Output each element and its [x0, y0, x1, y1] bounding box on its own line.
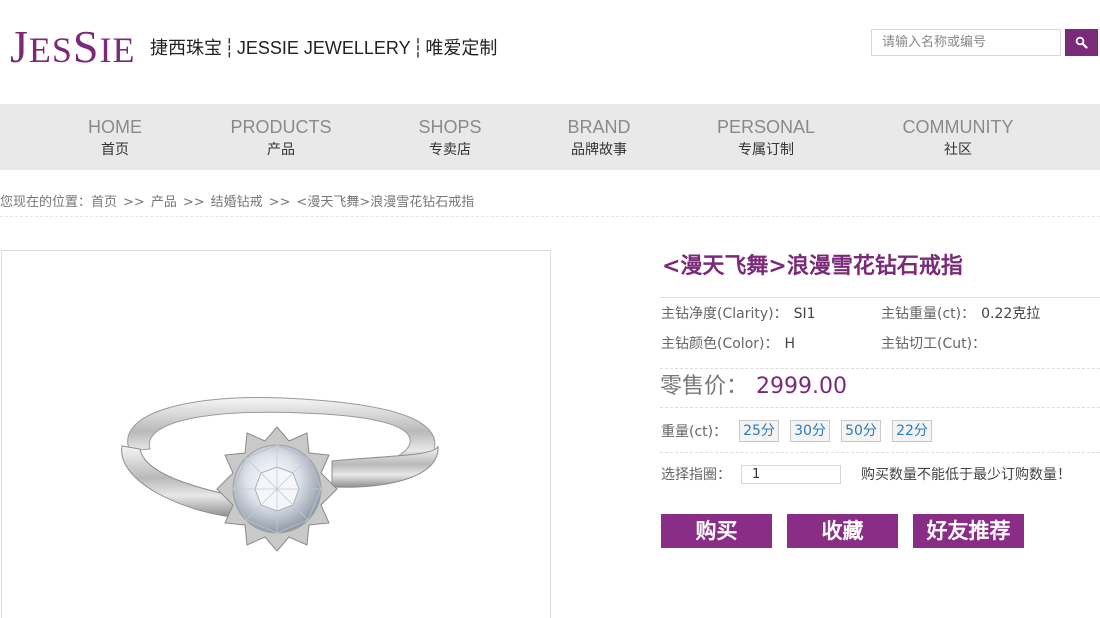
- spec-cut: 主钻切工(Cut)：: [881, 335, 992, 353]
- favorite-button[interactable]: 收藏: [787, 514, 898, 548]
- nav-label-cn: 品牌故事: [571, 142, 627, 158]
- breadcrumb-current: <漫天飞舞>浪漫雪花钻石戒指: [296, 195, 475, 210]
- breadcrumb-prefix: 您现在的位置：: [0, 195, 92, 210]
- nav-label-cn: 专卖店: [429, 142, 471, 158]
- weight-divider: [660, 452, 1100, 453]
- breadcrumb-separator: >>: [268, 195, 291, 210]
- nav-label-en: PRODUCTS: [230, 117, 332, 137]
- spec-label: 主钻切工(Cut)：: [881, 336, 987, 352]
- breadcrumb-link-category[interactable]: 结婚钻戒: [211, 195, 263, 210]
- tagline-separator: ┆: [224, 38, 235, 58]
- diamond-ring-image: [121, 397, 439, 552]
- specs-divider: [660, 368, 1100, 369]
- search-icon: [1075, 36, 1088, 49]
- jessie-logo[interactable]: JESSIE: [10, 22, 136, 75]
- brand-tagline: 捷西珠宝 ┆ JESSIE JEWELLERY ┆ 唯爱定制: [150, 36, 497, 60]
- nav-label-cn: 产品: [267, 142, 295, 158]
- weight-options-label: 重量(ct)：: [661, 424, 728, 440]
- breadcrumb-link-home[interactable]: 首页: [91, 195, 117, 210]
- spec-clarity: 主钻净度(Clarity)： SI1: [661, 305, 816, 323]
- nav-label-en: SHOPS: [418, 117, 482, 137]
- breadcrumb-link-products[interactable]: 产品: [151, 195, 177, 210]
- nav-item-community[interactable]: COMMUNITY 社区: [893, 104, 1023, 170]
- nav-item-shops[interactable]: SHOPS 专卖店: [400, 104, 500, 170]
- nav-label-cn: 专属订制: [738, 142, 794, 158]
- recommend-button[interactable]: 好友推荐: [913, 514, 1024, 548]
- search-bar: [871, 29, 1098, 56]
- spec-color: 主钻颜色(Color)： H: [661, 335, 795, 353]
- search-button[interactable]: [1065, 29, 1098, 56]
- ring-size-label: 选择指圈：: [661, 467, 731, 483]
- nav-item-home[interactable]: HOME 首页: [64, 104, 166, 170]
- breadcrumb-divider: [0, 216, 1100, 217]
- breadcrumb: 您现在的位置：首页 >> 产品 >> 结婚钻戒 >> <漫天飞舞>浪漫雪花钻石戒指: [0, 194, 474, 212]
- spec-weight: 主钻重量(ct)： 0.22克拉: [881, 305, 1040, 323]
- nav-item-personal[interactable]: PERSONAL 专属订制: [706, 104, 826, 170]
- price-row: 零售价： 2999.00: [660, 372, 847, 403]
- spec-value: 0.22克拉: [981, 306, 1041, 322]
- weight-option-50[interactable]: 50分: [841, 420, 881, 442]
- title-divider: [660, 297, 1100, 298]
- price-divider: [660, 407, 1100, 408]
- weight-option-22[interactable]: 22分: [892, 420, 932, 442]
- nav-label-en: COMMUNITY: [902, 117, 1014, 137]
- buy-button[interactable]: 购买: [661, 514, 772, 548]
- nav-label-en: BRAND: [567, 117, 631, 137]
- nav-label-en: HOME: [88, 117, 142, 137]
- main-nav: HOME 首页 PRODUCTS 产品 SHOPS 专卖店 BRAND 品牌故事…: [0, 104, 1100, 170]
- min-quantity-note: 购买数量不能低于最少订购数量！: [861, 467, 1071, 483]
- nav-item-products[interactable]: PRODUCTS 产品: [220, 104, 342, 170]
- spec-value: SI1: [793, 306, 816, 322]
- spec-value: H: [784, 336, 796, 352]
- site-header: JESSIE 捷西珠宝 ┆ JESSIE JEWELLERY ┆ 唯爱定制: [0, 0, 1100, 104]
- breadcrumb-separator: >>: [182, 195, 205, 210]
- spec-label: 主钻颜色(Color)：: [661, 336, 779, 352]
- weight-option-30[interactable]: 30分: [790, 420, 830, 442]
- tagline-cn-name: 捷西珠宝: [150, 38, 222, 58]
- nav-item-brand[interactable]: BRAND 品牌故事: [549, 104, 649, 170]
- ring-size-input[interactable]: [741, 465, 841, 484]
- tagline-separator: ┆: [412, 38, 424, 58]
- product-image[interactable]: [1, 250, 551, 618]
- spec-label: 主钻净度(Clarity)：: [661, 306, 788, 322]
- nav-label-cn: 社区: [944, 142, 972, 158]
- price-label: 零售价：: [660, 374, 749, 399]
- weight-option-25[interactable]: 25分: [739, 420, 779, 442]
- nav-label-cn: 首页: [101, 142, 129, 158]
- tagline-en-name: JESSIE JEWELLERY: [236, 38, 411, 58]
- tagline-slogan: 唯爱定制: [425, 38, 498, 58]
- price-value: 2999.00: [756, 374, 847, 399]
- nav-label-en: PERSONAL: [716, 117, 816, 137]
- spec-label: 主钻重量(ct)：: [881, 306, 976, 322]
- search-input[interactable]: [871, 29, 1061, 56]
- product-title: <漫天飞舞>浪漫雪花钻石戒指: [662, 254, 963, 279]
- breadcrumb-separator: >>: [123, 195, 145, 210]
